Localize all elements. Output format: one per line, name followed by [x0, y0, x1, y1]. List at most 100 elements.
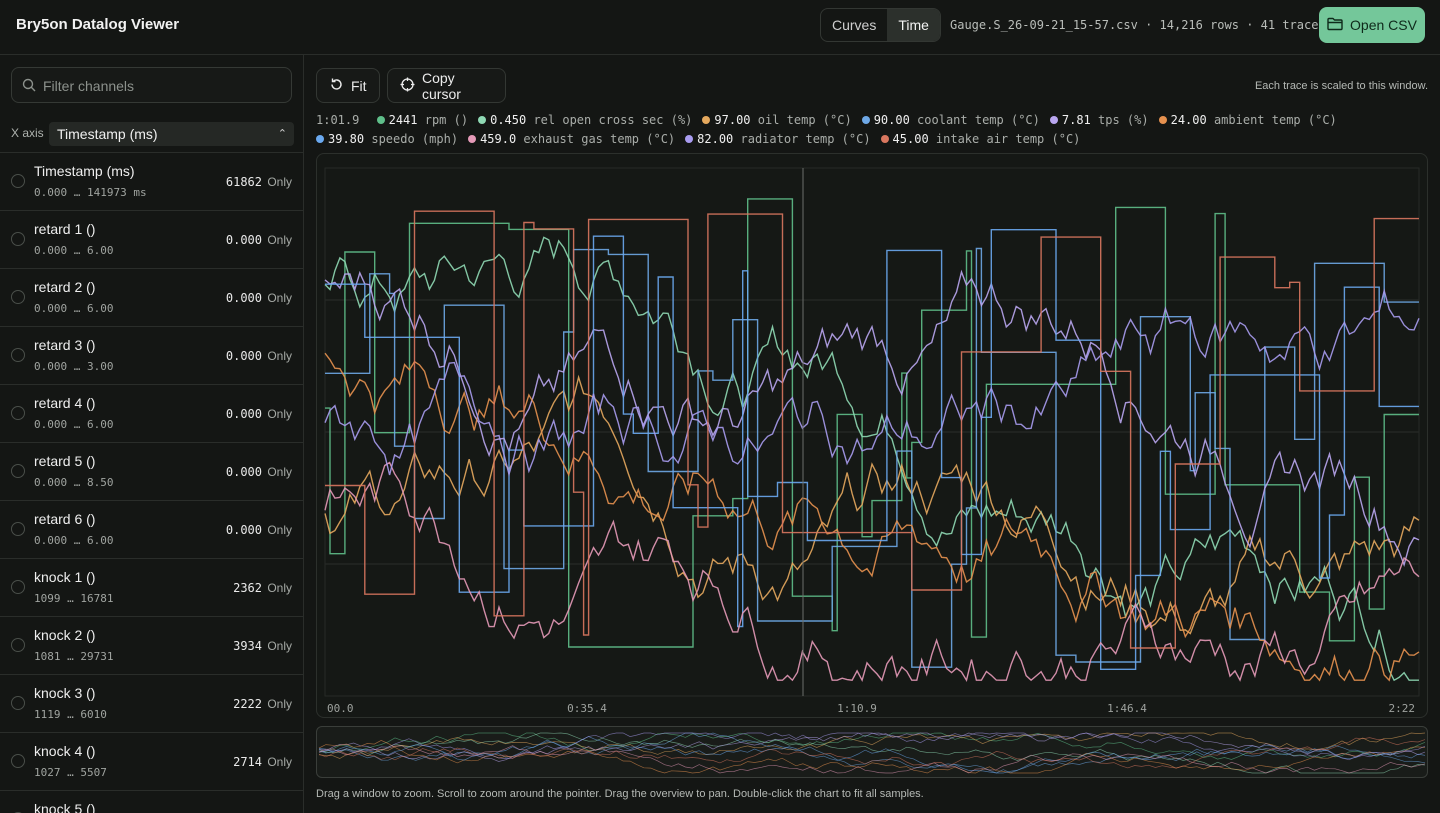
channel-radio[interactable] [11, 696, 25, 710]
open-csv-button[interactable]: Open CSV [1319, 7, 1425, 43]
only-button[interactable]: Only [267, 523, 292, 537]
readout-item: 2441 rpm () [376, 111, 469, 130]
overview-strip[interactable] [316, 726, 1428, 778]
series-color-dot [468, 135, 477, 143]
tab-time[interactable]: Time [887, 9, 940, 41]
series-color-dot [861, 116, 870, 124]
readout-label: radiator temp (°C) [740, 132, 871, 146]
channel-value: 0.000 [225, 407, 262, 421]
channel-value: 0.000 [225, 465, 262, 479]
channel-name: knock 5 () [34, 801, 96, 813]
readout-value: 459.0 [480, 132, 517, 146]
channel-name: retard 5 () [34, 453, 96, 469]
trace-line [324, 236, 1419, 682]
channel-radio[interactable] [11, 406, 25, 420]
search-icon [22, 78, 36, 97]
readout-value: 2441 [388, 113, 418, 127]
channel-row[interactable]: knock 1 () 1099 … 16781 2362 Only [0, 559, 303, 617]
channel-range: 1081 … 29731 [34, 650, 114, 663]
only-button[interactable]: Only [267, 407, 292, 421]
readout-item: 7.81 tps (%) [1049, 111, 1149, 130]
only-button[interactable]: Only [267, 581, 292, 595]
channel-range: 1027 … 5507 [34, 766, 107, 779]
readout-label: intake air temp (°C) [935, 132, 1081, 146]
zoom-hint: Drag a window to zoom. Scroll to zoom ar… [316, 788, 924, 800]
cursor-time: 1:01.9 [316, 113, 360, 127]
readout-item: 97.00 oil temp (°C) [702, 111, 852, 130]
copy-cursor-button[interactable]: Copy cursor [387, 68, 506, 103]
channel-radio[interactable] [11, 464, 25, 478]
readout-label: rel open cross sec (%) [533, 113, 693, 127]
channel-row[interactable]: retard 5 () 0.000 … 8.50 0.000 Only [0, 443, 303, 501]
channel-radio[interactable] [11, 290, 25, 304]
only-button[interactable]: Only [267, 349, 292, 363]
channel-row[interactable]: retard 4 () 0.000 … 6.00 0.000 Only [0, 385, 303, 443]
channel-radio[interactable] [11, 638, 25, 652]
app-title: Bry5on Datalog Viewer [16, 16, 180, 33]
channel-row[interactable]: retard 1 () 0.000 … 6.00 0.000 Only [0, 211, 303, 269]
channel-radio[interactable] [11, 232, 25, 246]
channel-row[interactable]: Timestamp (ms) 0.000 … 141973 ms 61862 Only [0, 153, 303, 211]
readout-label: coolant temp (°C) [917, 113, 1040, 127]
channel-range: 0.000 … 6.00 [34, 534, 114, 547]
only-button[interactable]: Only [267, 755, 292, 769]
channel-range: 0.000 … 6.00 [34, 244, 114, 257]
readout-label: ambient temp (°C) [1213, 113, 1337, 127]
readout-item: 45.00 intake air temp (°C) [880, 130, 1081, 149]
chart-plot[interactable]: 00.0 0:35.4 1:10.9 1:46.4 2:22 [317, 154, 1427, 717]
filter-box [11, 67, 292, 104]
channel-name: knock 4 () [34, 743, 96, 759]
filter-channels-input[interactable] [41, 68, 285, 104]
only-button[interactable]: Only [267, 697, 292, 711]
x-axis-select[interactable]: Timestamp (ms) ⌃ [49, 122, 294, 146]
file-info: Gauge.S_26-09-21_15-57.csv · 14,216 rows… [950, 18, 1326, 32]
overview-plot[interactable] [317, 727, 1427, 777]
channel-row[interactable]: knock 4 () 1027 … 5507 2714 Only [0, 733, 303, 791]
trace-line [325, 210, 1419, 649]
channel-radio[interactable] [11, 174, 25, 188]
only-button[interactable]: Only [267, 465, 292, 479]
cursor-readout: 1:01.9 2441 rpm () 0.450 rel open cross s… [316, 111, 1431, 149]
x-axis-value: Timestamp (ms) [57, 126, 158, 142]
channel-row[interactable]: knock 5 () [0, 791, 303, 813]
only-button[interactable]: Only [267, 233, 292, 247]
folder-icon [1327, 17, 1343, 34]
only-button[interactable]: Only [267, 291, 292, 305]
series-color-dot [1158, 116, 1167, 124]
channel-name: retard 1 () [34, 221, 96, 237]
channel-range: 0.000 … 3.00 [34, 360, 114, 373]
channel-list: Timestamp (ms) 0.000 … 141973 ms 61862 Only… [0, 152, 303, 813]
channel-value: 61862 [225, 175, 262, 189]
channel-value: 0.000 [225, 291, 262, 305]
channel-radio[interactable] [11, 580, 25, 594]
channel-value: 2222 [233, 697, 262, 711]
channel-name: retard 4 () [34, 395, 96, 411]
channel-range: 1119 … 6010 [34, 708, 107, 721]
channel-value: 2714 [233, 755, 262, 769]
channel-radio[interactable] [11, 522, 25, 536]
channel-radio[interactable] [11, 754, 25, 768]
readout-value: 24.00 [1170, 113, 1207, 127]
only-button[interactable]: Only [267, 175, 292, 189]
channel-row[interactable]: retard 3 () 0.000 … 3.00 0.000 Only [0, 327, 303, 385]
channel-radio[interactable] [11, 348, 25, 362]
series-color-dot [316, 135, 324, 143]
channel-row[interactable]: knock 3 () 1119 … 6010 2222 Only [0, 675, 303, 733]
series-color-dot [702, 116, 711, 124]
x-axis-label: X axis [11, 126, 44, 140]
readout-label: rpm () [424, 113, 469, 127]
x-tick-label: 1:10.9 [837, 702, 877, 715]
channel-value: 2362 [233, 581, 262, 595]
channel-row[interactable]: retard 6 () 0.000 … 6.00 0.000 Only [0, 501, 303, 559]
channel-name: retard 3 () [34, 337, 96, 353]
overview-trace [318, 740, 1426, 774]
channel-row[interactable]: retard 2 () 0.000 … 6.00 0.000 Only [0, 269, 303, 327]
only-button[interactable]: Only [267, 639, 292, 653]
fit-label: Fit [351, 77, 367, 94]
fit-button[interactable]: Fit [316, 68, 380, 103]
channel-row[interactable]: knock 2 () 1081 … 29731 3934 Only [0, 617, 303, 675]
series-color-dot [880, 135, 889, 143]
readout-item: 24.00 ambient temp (°C) [1158, 111, 1337, 130]
time-chart[interactable]: 00.0 0:35.4 1:10.9 1:46.4 2:22 [316, 153, 1428, 718]
tab-curves[interactable]: Curves [821, 9, 887, 41]
